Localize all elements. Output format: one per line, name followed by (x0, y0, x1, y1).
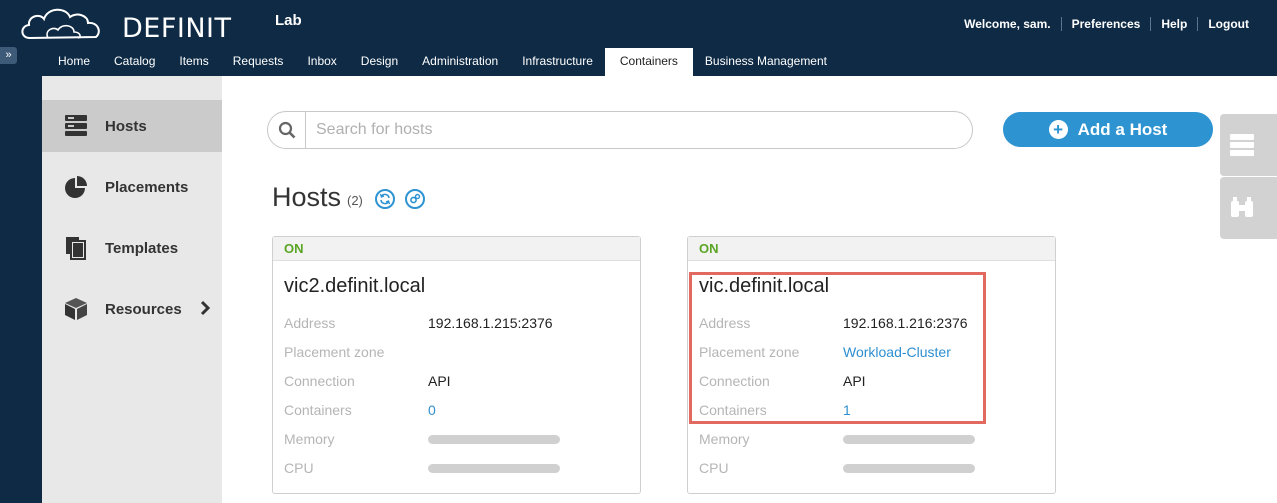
tab-containers[interactable]: Containers (604, 48, 693, 76)
expand-panel-button[interactable]: » (0, 47, 17, 64)
add-host-button[interactable]: + Add a Host (1003, 112, 1213, 147)
host-name: vic2.definit.local (284, 275, 426, 297)
tenant-name: Lab (275, 12, 302, 29)
status-badge: ON (688, 237, 1055, 261)
preferences-link[interactable]: Preferences (1062, 17, 1151, 31)
memory-label: Memory (699, 431, 750, 447)
connection-value: API (428, 373, 451, 389)
address-value: 192.168.1.215:2376 (428, 315, 553, 331)
chevron-right-icon (200, 300, 210, 316)
containers-link[interactable]: 0 (428, 402, 436, 418)
search-icon (278, 121, 296, 139)
pie-chart-icon (65, 176, 87, 198)
tab-design[interactable]: Design (349, 48, 410, 76)
welcome-text: Welcome, sam. (964, 17, 1051, 31)
tab-requests[interactable]: Requests (221, 48, 296, 76)
plus-circle-icon: + (1048, 120, 1068, 139)
double-chevron-right-icon: » (5, 49, 12, 61)
cpu-bar (843, 464, 975, 473)
host-count: (2) (347, 193, 363, 208)
tab-inbox[interactable]: Inbox (295, 48, 348, 76)
copy-documents-icon (66, 237, 86, 260)
gears-icon (410, 193, 421, 204)
search-box (267, 111, 973, 149)
address-label: Address (284, 315, 336, 331)
cube-icon (65, 298, 87, 320)
highlight-annotation (689, 272, 986, 424)
cloud-logo-icon (21, 8, 100, 40)
cpu-label: CPU (699, 460, 729, 476)
refresh-button[interactable] (375, 189, 395, 209)
tab-home[interactable]: Home (46, 48, 102, 76)
top-bar: DEFINIT Lab Welcome, sam. Preferences He… (0, 0, 1277, 76)
brand-logo[interactable]: DEFINIT (18, 4, 231, 44)
memory-bar (428, 435, 560, 444)
memory-bar (843, 435, 975, 444)
memory-label: Memory (284, 431, 335, 447)
add-host-label: Add a Host (1077, 119, 1168, 139)
settings-button[interactable] (405, 189, 425, 209)
help-link[interactable]: Help (1151, 17, 1197, 31)
tab-items[interactable]: Items (167, 48, 220, 76)
tab-infrastructure[interactable]: Infrastructure (510, 48, 605, 76)
user-links: Welcome, sam. Preferences Help Logout (964, 17, 1249, 31)
sidebar-item-templates[interactable]: Templates (42, 222, 222, 274)
tab-administration[interactable]: Administration (410, 48, 510, 76)
sidebar-item-label: Resources (105, 300, 182, 318)
sidebar-item-hosts[interactable]: Hosts (42, 100, 232, 152)
status-badge: ON (273, 237, 640, 261)
tab-catalog[interactable]: Catalog (102, 48, 167, 76)
rail-search-button[interactable] (1220, 177, 1277, 239)
sidebar-item-resources[interactable]: Resources (42, 283, 222, 335)
main-nav: Home Catalog Items Requests Inbox Design… (46, 48, 839, 76)
refresh-icon (379, 193, 391, 205)
search-input[interactable] (316, 119, 956, 141)
connection-label: Connection (284, 373, 355, 389)
page-title: Hosts (272, 182, 342, 212)
host-card[interactable]: ON vic2.definit.local Address 192.168.1.… (272, 236, 641, 494)
binoculars-icon (1231, 197, 1253, 217)
cpu-bar (428, 464, 560, 473)
tab-business-management[interactable]: Business Management (693, 48, 839, 76)
sidebar-item-label: Hosts (105, 117, 147, 135)
sidebar-item-placements[interactable]: Placements (42, 161, 222, 213)
placement-zone-label: Placement zone (284, 344, 385, 360)
server-stack-icon (65, 115, 87, 136)
brand-name: DEFINIT (122, 13, 232, 44)
sidebar: Hosts Placements Templates Resources (42, 76, 232, 503)
sidebar-item-label: Templates (105, 239, 179, 257)
search-button[interactable] (268, 112, 306, 148)
containers-label: Containers (284, 402, 352, 418)
sidebar-item-label: Placements (105, 178, 189, 196)
cpu-label: CPU (284, 460, 314, 476)
logout-link[interactable]: Logout (1198, 17, 1249, 31)
rail-hosts-button[interactable] (1220, 114, 1277, 176)
server-stack-icon (1230, 134, 1254, 156)
